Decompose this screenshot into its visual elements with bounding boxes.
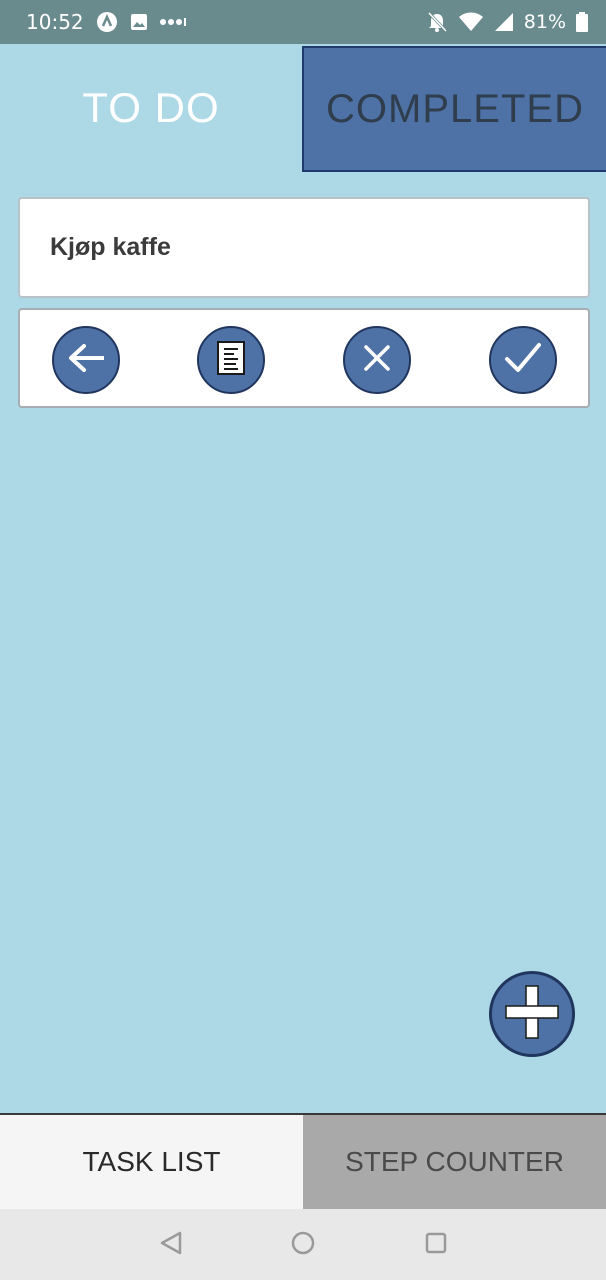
system-back-button[interactable]: [155, 1229, 187, 1261]
back-triangle-icon: [158, 1230, 184, 1261]
add-task-button[interactable]: [489, 971, 575, 1057]
back-button[interactable]: [52, 326, 120, 394]
system-recents-button[interactable]: [420, 1229, 452, 1261]
check-icon: [503, 341, 543, 380]
complete-button[interactable]: [489, 326, 557, 394]
bottom-nav: TASK LIST STEP COUNTER: [0, 1113, 606, 1209]
status-right: 81%: [426, 11, 588, 33]
battery-percent: 81%: [523, 11, 566, 33]
delete-button[interactable]: [343, 326, 411, 394]
mute-bell-icon: [426, 11, 448, 33]
task-title: Kjøp kaffe: [50, 233, 171, 261]
notes-button[interactable]: [197, 326, 265, 394]
image-icon: [130, 13, 148, 31]
tab-todo[interactable]: TO DO: [0, 44, 302, 172]
recents-square-icon: [423, 1230, 449, 1261]
more-dots-icon: [159, 17, 186, 27]
status-time: 10:52: [26, 10, 84, 34]
system-nav-bar: [0, 1209, 606, 1280]
task-card[interactable]: Kjøp kaffe: [18, 197, 590, 298]
battery-icon: [576, 12, 588, 32]
app-icon: [96, 11, 118, 33]
nav-task-list[interactable]: TASK LIST: [0, 1115, 303, 1209]
nav-step-counter[interactable]: STEP COUNTER: [303, 1115, 606, 1209]
back-arrow-icon: [64, 343, 108, 378]
tab-bar: TO DO COMPLETED: [0, 44, 606, 172]
wifi-icon: [458, 12, 484, 32]
delete-x-icon: [362, 343, 392, 378]
plus-icon: [502, 982, 562, 1047]
tab-completed[interactable]: COMPLETED: [302, 46, 606, 172]
signal-icon: [494, 12, 514, 32]
task-action-bar: [18, 308, 590, 408]
home-circle-icon: [290, 1230, 316, 1261]
system-home-button[interactable]: [287, 1229, 319, 1261]
status-left: 10:52: [26, 10, 186, 34]
status-bar: 10:52 81%: [0, 0, 606, 44]
notes-icon: [216, 340, 246, 381]
